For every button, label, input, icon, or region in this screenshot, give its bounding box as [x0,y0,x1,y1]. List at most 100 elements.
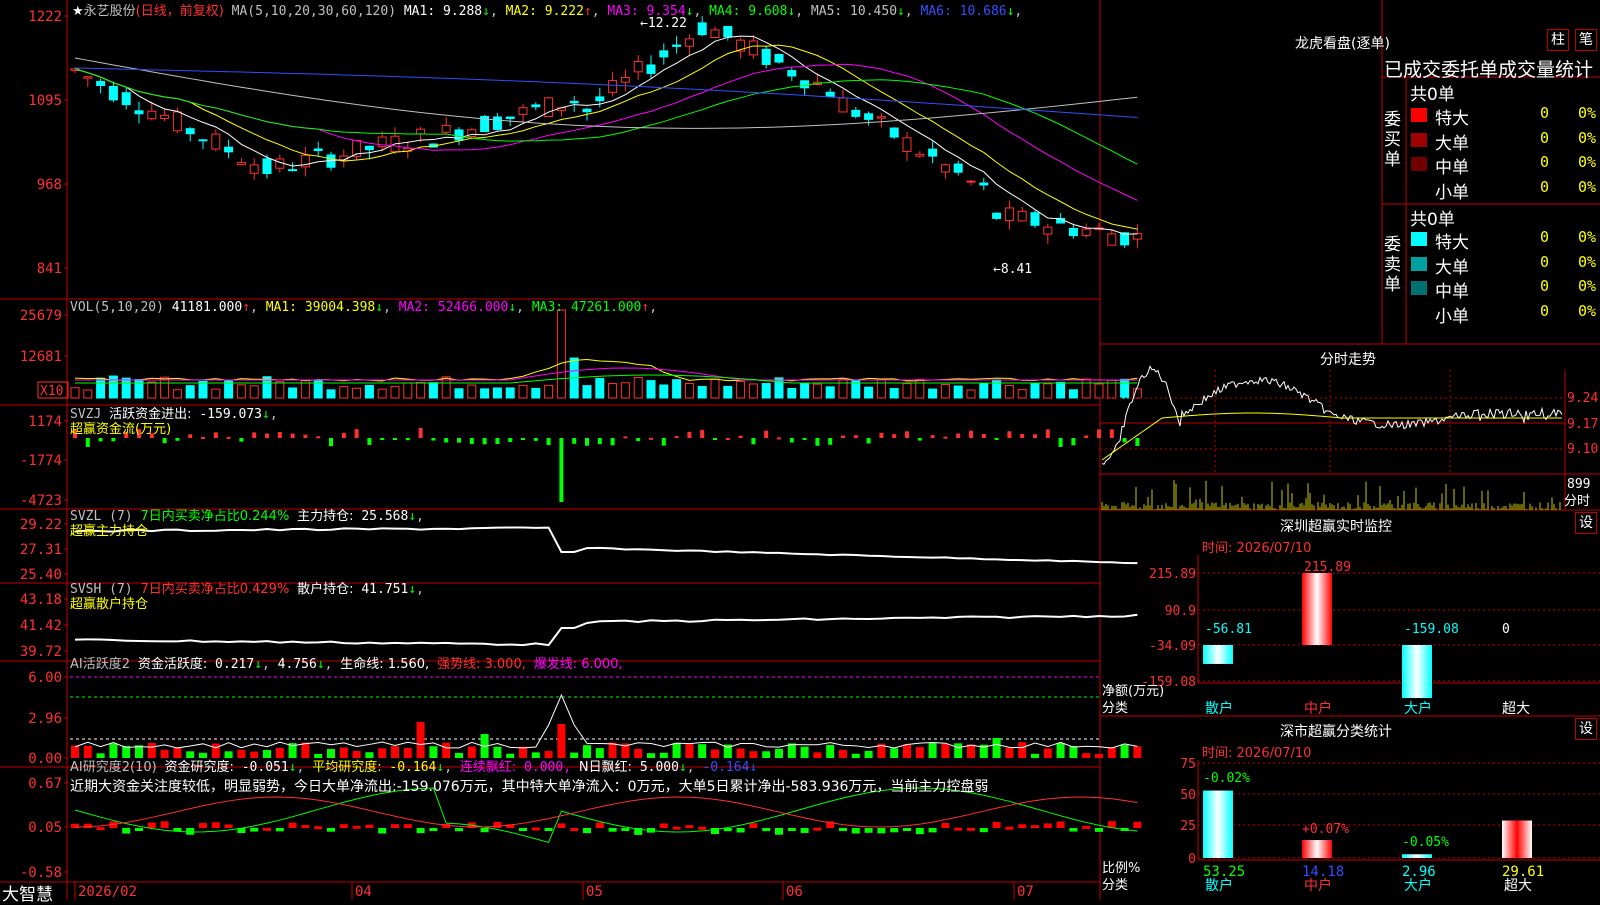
ai1-series[interactable] [71,722,1142,758]
candle[interactable] [185,127,195,142]
bar-mode-button[interactable]: 柱 [1547,29,1569,51]
svzj-bar [879,432,884,438]
candle[interactable] [646,55,656,79]
candle[interactable] [236,158,246,166]
fenshi-price-line[interactable] [1101,365,1563,465]
candle[interactable] [633,55,643,81]
candle[interactable] [736,37,746,59]
candle[interactable] [672,36,682,54]
monitor-bars[interactable]: -56.81 215.89 -159.08 0 [1203,560,1510,699]
candle[interactable] [1107,229,1117,246]
candle[interactable] [608,71,618,97]
classify-bar[interactable] [1302,840,1332,858]
classify-bar[interactable] [1502,820,1532,858]
candle[interactable] [288,162,298,172]
kline-series[interactable] [70,16,1142,248]
candle[interactable] [940,163,950,180]
candle[interactable] [83,75,93,87]
candle[interactable] [761,45,771,69]
candle[interactable] [1004,200,1014,230]
ai2-bar [762,828,771,832]
chart-mode[interactable]: (日线，前复权) [136,4,224,19]
volume-bar [1068,389,1078,399]
candle[interactable] [108,81,118,103]
candle[interactable] [979,177,989,191]
candle[interactable] [697,16,707,37]
candle[interactable] [1094,223,1104,231]
candle[interactable] [1081,223,1091,238]
star-icon[interactable]: ★ [72,4,84,19]
candle[interactable] [224,139,234,159]
ai1-bar [1043,748,1052,758]
classify-settings-button[interactable]: 设 [1575,718,1597,740]
candle[interactable] [441,117,451,134]
candle[interactable] [864,111,874,126]
candle[interactable] [825,88,835,97]
candle[interactable] [492,112,502,131]
candle[interactable] [1043,223,1053,244]
svzj-bar [585,438,589,446]
monitor-bar[interactable] [1302,573,1332,645]
monitor-bar[interactable] [1203,645,1233,664]
candle[interactable] [160,108,170,122]
candle[interactable] [915,151,925,158]
ai2-bar [877,828,886,834]
vol-title: VOL(5,10,20) [70,300,164,315]
candle[interactable] [1068,223,1078,239]
candle[interactable] [659,43,669,65]
candle[interactable] [953,160,963,176]
candle[interactable] [889,127,899,140]
ai2-bar [1031,825,1039,829]
candle[interactable] [800,80,810,96]
candle[interactable] [684,34,694,57]
candle[interactable] [928,141,938,164]
monitor-bar[interactable] [1402,645,1432,699]
candle[interactable] [249,158,259,180]
candle[interactable] [300,146,310,177]
svzj-bar [85,438,90,447]
candle[interactable] [134,101,144,124]
classify-bar[interactable] [1402,854,1432,858]
svzj-bar [802,438,807,440]
tick-mode-button[interactable]: 笔 [1575,29,1597,51]
ai1-bar [416,722,425,758]
volume-bar [608,383,618,399]
candle[interactable] [774,53,784,64]
ai2-bar [608,828,617,832]
candle[interactable] [352,139,362,160]
candle[interactable] [1030,210,1040,228]
sell-count: 共0单 [1410,210,1455,230]
candle[interactable] [96,78,106,94]
monitor-settings-button[interactable]: 设 [1575,512,1597,534]
candle[interactable] [518,104,528,124]
candle[interactable] [211,129,221,152]
candle[interactable] [480,114,490,133]
candle[interactable] [838,89,848,113]
candle[interactable] [620,69,630,92]
candle[interactable] [121,87,131,110]
ai1-bar [1082,753,1091,758]
svzj-series[interactable] [73,428,1140,502]
ai2-note: 近期大资金关注度较低，明显弱势，今日大单净流出:-159.076万元，其中特大单… [70,779,989,795]
candle[interactable] [1017,206,1027,222]
candle[interactable] [876,112,886,128]
candle[interactable] [851,106,861,119]
svzj-y-tick: -1774 [20,453,62,469]
candle[interactable] [531,102,541,111]
monitor-date: 时间: 2026/07/10 [1202,541,1312,556]
candle[interactable] [569,96,579,112]
candle[interactable] [710,26,720,38]
candle[interactable] [902,131,912,162]
candle[interactable] [787,66,797,82]
volume-series[interactable] [70,309,1142,399]
candle[interactable] [313,141,323,157]
classify-bar[interactable] [1203,790,1233,858]
candle[interactable] [992,212,1002,220]
candle[interactable] [198,139,208,150]
classify-change: -0.05% [1402,835,1449,850]
candle[interactable] [390,127,400,155]
candle[interactable] [326,151,336,171]
svzj-bar [175,438,180,441]
candle[interactable] [1132,224,1142,248]
candle[interactable] [966,179,976,186]
